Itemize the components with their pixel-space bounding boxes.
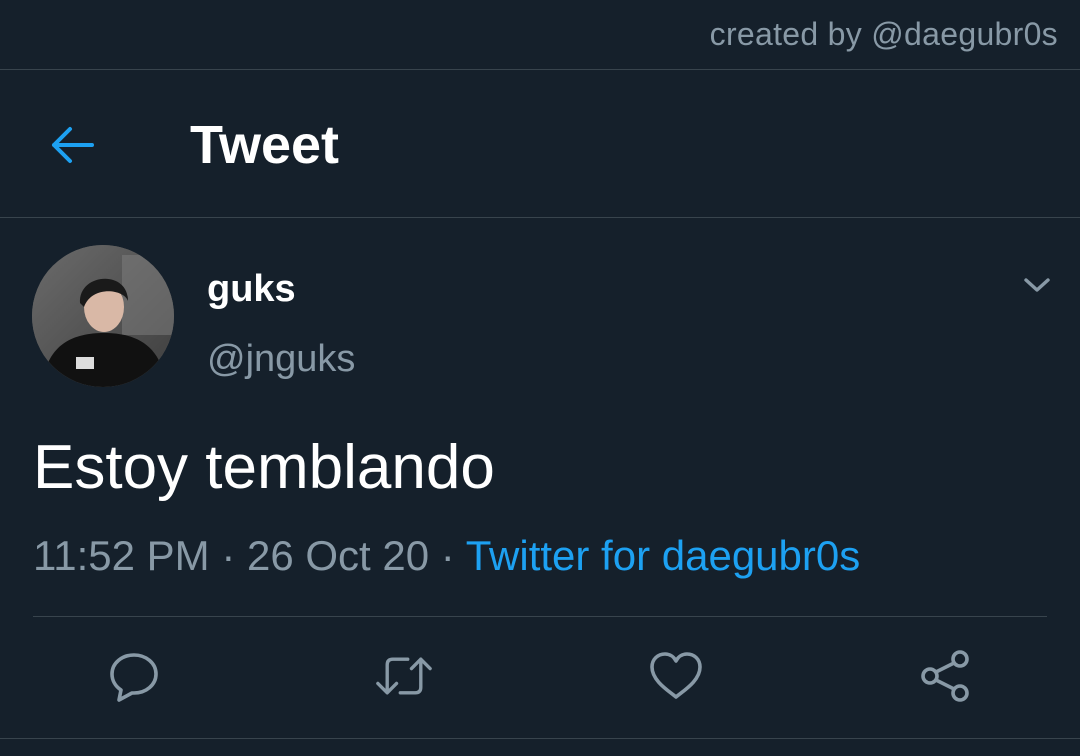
meta-separator: · <box>440 532 455 579</box>
avatar[interactable] <box>32 245 174 387</box>
creator-credit: created by @daegubr0s <box>709 16 1058 52</box>
chevron-down-icon <box>1024 278 1050 292</box>
bottom-divider <box>0 738 1080 739</box>
heart-icon <box>650 652 702 699</box>
tweet-time: 11:52 PM <box>33 532 210 579</box>
tweet-meta: 11:52 PM · 26 Oct 20 · Twitter for daegu… <box>33 532 860 580</box>
reply-button[interactable] <box>106 648 162 704</box>
user-handle[interactable]: @jnguks <box>207 338 355 381</box>
tweet-date: 26 Oct 20 <box>247 532 430 579</box>
tweet-text: Estoy temblando <box>33 433 495 502</box>
tweet-source-link[interactable]: Twitter for daegubr0s <box>466 532 861 579</box>
retweet-icon <box>376 657 432 695</box>
tweet-detail-screen: created by @daegubr0s Tweet guks @jnguks <box>0 0 1080 756</box>
tweet-menu-button[interactable] <box>1020 268 1054 302</box>
reply-icon <box>110 653 158 702</box>
top-divider <box>0 69 1080 70</box>
meta-separator: · <box>221 532 236 579</box>
avatar-image <box>32 245 174 387</box>
share-icon <box>921 650 969 702</box>
retweet-button[interactable] <box>376 648 432 704</box>
header-divider <box>0 217 1080 218</box>
actions-divider <box>33 616 1047 617</box>
like-button[interactable] <box>648 648 704 704</box>
display-name[interactable]: guks <box>207 268 296 311</box>
action-bar <box>0 648 1080 708</box>
arrow-left-icon <box>52 127 94 163</box>
share-button[interactable] <box>917 648 973 704</box>
page-title: Tweet <box>190 115 340 175</box>
back-button[interactable] <box>48 120 98 170</box>
